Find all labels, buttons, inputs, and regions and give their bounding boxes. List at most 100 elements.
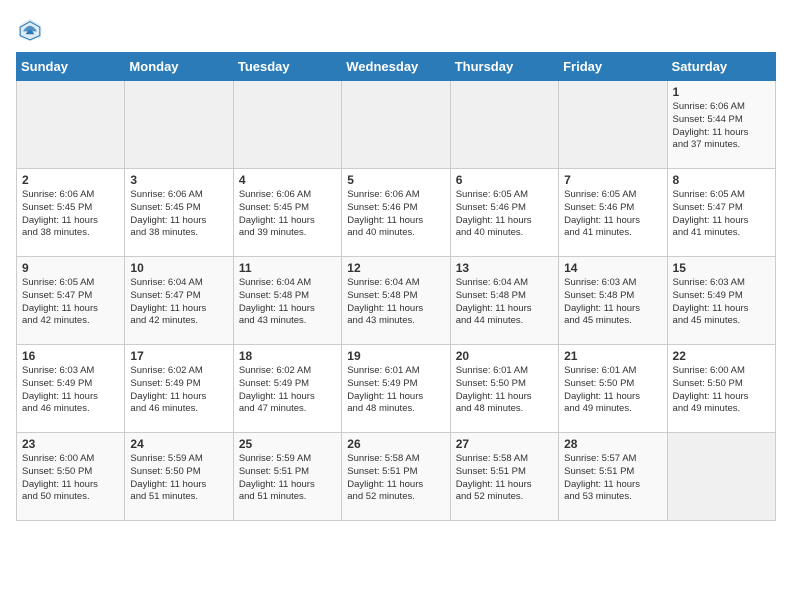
calendar-cell: 8 Sunrise: 6:05 AM Sunset: 5:47 PM Daylig…: [667, 169, 775, 257]
calendar-cell: 28 Sunrise: 5:57 AM Sunset: 5:51 PM Dayli…: [559, 433, 667, 521]
calendar-cell: 6 Sunrise: 6:05 AM Sunset: 5:46 PM Daylig…: [450, 169, 558, 257]
calendar-cell: [667, 433, 775, 521]
day-info: Sunrise: 6:06 AM Sunset: 5:44 PM Dayligh…: [673, 101, 770, 152]
calendar-cell: 17 Sunrise: 6:02 AM Sunset: 5:49 PM Dayli…: [125, 345, 233, 433]
calendar-cell: 4 Sunrise: 6:06 AM Sunset: 5:45 PM Daylig…: [233, 169, 341, 257]
calendar-week-row: 16Sunrise: 6:03 AM Sunset: 5:49 PM Dayli…: [17, 345, 776, 433]
day-info: Sunrise: 6:02 AM Sunset: 5:49 PM Dayligh…: [239, 365, 336, 416]
calendar-header-tuesday: Tuesday: [233, 53, 341, 81]
calendar-cell: 2Sunrise: 6:06 AM Sunset: 5:45 PM Daylig…: [17, 169, 125, 257]
calendar-header-friday: Friday: [559, 53, 667, 81]
day-info: Sunrise: 6:05 AM Sunset: 5:47 PM Dayligh…: [22, 277, 119, 328]
day-info: Sunrise: 5:59 AM Sunset: 5:51 PM Dayligh…: [239, 453, 336, 504]
calendar-header-thursday: Thursday: [450, 53, 558, 81]
calendar-header-monday: Monday: [125, 53, 233, 81]
day-number: 8: [673, 173, 770, 187]
calendar-cell: [450, 81, 558, 169]
day-number: 18: [239, 349, 336, 363]
day-info: Sunrise: 6:01 AM Sunset: 5:49 PM Dayligh…: [347, 365, 444, 416]
day-info: Sunrise: 6:04 AM Sunset: 5:47 PM Dayligh…: [130, 277, 227, 328]
day-info: Sunrise: 5:58 AM Sunset: 5:51 PM Dayligh…: [456, 453, 553, 504]
calendar-cell: 14 Sunrise: 6:03 AM Sunset: 5:48 PM Dayli…: [559, 257, 667, 345]
day-number: 19: [347, 349, 444, 363]
day-info: Sunrise: 5:57 AM Sunset: 5:51 PM Dayligh…: [564, 453, 661, 504]
day-info: Sunrise: 6:06 AM Sunset: 5:45 PM Dayligh…: [22, 189, 119, 240]
day-info: Sunrise: 6:04 AM Sunset: 5:48 PM Dayligh…: [347, 277, 444, 328]
day-number: 21: [564, 349, 661, 363]
day-number: 15: [673, 261, 770, 275]
day-info: Sunrise: 6:05 AM Sunset: 5:46 PM Dayligh…: [456, 189, 553, 240]
calendar-cell: 20Sunrise: 6:01 AM Sunset: 5:50 PM Dayli…: [450, 345, 558, 433]
calendar-header-row: SundayMondayTuesdayWednesdayThursdayFrid…: [17, 53, 776, 81]
day-number: 4: [239, 173, 336, 187]
day-info: Sunrise: 6:06 AM Sunset: 5:45 PM Dayligh…: [130, 189, 227, 240]
day-number: 5: [347, 173, 444, 187]
day-number: 17: [130, 349, 227, 363]
calendar-cell: [233, 81, 341, 169]
day-info: Sunrise: 6:03 AM Sunset: 5:49 PM Dayligh…: [673, 277, 770, 328]
day-number: 9: [22, 261, 119, 275]
day-info: Sunrise: 5:58 AM Sunset: 5:51 PM Dayligh…: [347, 453, 444, 504]
calendar-cell: 27 Sunrise: 5:58 AM Sunset: 5:51 PM Dayli…: [450, 433, 558, 521]
calendar-table: SundayMondayTuesdayWednesdayThursdayFrid…: [16, 52, 776, 521]
calendar-week-row: 2Sunrise: 6:06 AM Sunset: 5:45 PM Daylig…: [17, 169, 776, 257]
day-number: 7: [564, 173, 661, 187]
day-info: Sunrise: 6:06 AM Sunset: 5:46 PM Dayligh…: [347, 189, 444, 240]
calendar-week-row: 9 Sunrise: 6:05 AM Sunset: 5:47 PM Daylig…: [17, 257, 776, 345]
calendar-cell: 25 Sunrise: 5:59 AM Sunset: 5:51 PM Dayli…: [233, 433, 341, 521]
calendar-cell: 13 Sunrise: 6:04 AM Sunset: 5:48 PM Dayli…: [450, 257, 558, 345]
calendar-header-wednesday: Wednesday: [342, 53, 450, 81]
day-number: 22: [673, 349, 770, 363]
day-number: 6: [456, 173, 553, 187]
calendar-week-row: 23Sunrise: 6:00 AM Sunset: 5:50 PM Dayli…: [17, 433, 776, 521]
day-number: 1: [673, 85, 770, 99]
calendar-cell: [125, 81, 233, 169]
calendar-cell: 7 Sunrise: 6:05 AM Sunset: 5:46 PM Daylig…: [559, 169, 667, 257]
calendar-cell: [342, 81, 450, 169]
calendar-cell: 19 Sunrise: 6:01 AM Sunset: 5:49 PM Dayli…: [342, 345, 450, 433]
day-number: 25: [239, 437, 336, 451]
day-number: 20: [456, 349, 553, 363]
day-info: Sunrise: 6:04 AM Sunset: 5:48 PM Dayligh…: [456, 277, 553, 328]
day-number: 13: [456, 261, 553, 275]
calendar-cell: 9 Sunrise: 6:05 AM Sunset: 5:47 PM Daylig…: [17, 257, 125, 345]
logo-icon: [16, 16, 44, 44]
calendar-week-row: 1 Sunrise: 6:06 AM Sunset: 5:44 PM Daylig…: [17, 81, 776, 169]
day-info: Sunrise: 6:06 AM Sunset: 5:45 PM Dayligh…: [239, 189, 336, 240]
day-number: 16: [22, 349, 119, 363]
day-info: Sunrise: 6:00 AM Sunset: 5:50 PM Dayligh…: [673, 365, 770, 416]
calendar-cell: [17, 81, 125, 169]
day-number: 12: [347, 261, 444, 275]
calendar-cell: 21 Sunrise: 6:01 AM Sunset: 5:50 PM Dayli…: [559, 345, 667, 433]
calendar-cell: 23Sunrise: 6:00 AM Sunset: 5:50 PM Dayli…: [17, 433, 125, 521]
calendar-cell: 1 Sunrise: 6:06 AM Sunset: 5:44 PM Daylig…: [667, 81, 775, 169]
day-number: 27: [456, 437, 553, 451]
calendar-cell: [559, 81, 667, 169]
page-header: [16, 16, 776, 44]
day-number: 26: [347, 437, 444, 451]
calendar-cell: 26 Sunrise: 5:58 AM Sunset: 5:51 PM Dayli…: [342, 433, 450, 521]
day-info: Sunrise: 6:05 AM Sunset: 5:46 PM Dayligh…: [564, 189, 661, 240]
day-number: 24: [130, 437, 227, 451]
calendar-header-saturday: Saturday: [667, 53, 775, 81]
day-info: Sunrise: 6:02 AM Sunset: 5:49 PM Dayligh…: [130, 365, 227, 416]
calendar-cell: 22 Sunrise: 6:00 AM Sunset: 5:50 PM Dayli…: [667, 345, 775, 433]
logo: [16, 16, 48, 44]
day-number: 28: [564, 437, 661, 451]
day-info: Sunrise: 6:03 AM Sunset: 5:48 PM Dayligh…: [564, 277, 661, 328]
day-number: 10: [130, 261, 227, 275]
day-number: 23: [22, 437, 119, 451]
day-number: 14: [564, 261, 661, 275]
day-info: Sunrise: 6:04 AM Sunset: 5:48 PM Dayligh…: [239, 277, 336, 328]
calendar-cell: 12 Sunrise: 6:04 AM Sunset: 5:48 PM Dayli…: [342, 257, 450, 345]
day-number: 11: [239, 261, 336, 275]
calendar-cell: 18 Sunrise: 6:02 AM Sunset: 5:49 PM Dayli…: [233, 345, 341, 433]
day-number: 3: [130, 173, 227, 187]
calendar-cell: 5 Sunrise: 6:06 AM Sunset: 5:46 PM Daylig…: [342, 169, 450, 257]
calendar-cell: 24 Sunrise: 5:59 AM Sunset: 5:50 PM Dayli…: [125, 433, 233, 521]
day-info: Sunrise: 5:59 AM Sunset: 5:50 PM Dayligh…: [130, 453, 227, 504]
day-info: Sunrise: 6:05 AM Sunset: 5:47 PM Dayligh…: [673, 189, 770, 240]
calendar-cell: 3 Sunrise: 6:06 AM Sunset: 5:45 PM Daylig…: [125, 169, 233, 257]
calendar-cell: 15 Sunrise: 6:03 AM Sunset: 5:49 PM Dayli…: [667, 257, 775, 345]
day-info: Sunrise: 6:01 AM Sunset: 5:50 PM Dayligh…: [564, 365, 661, 416]
